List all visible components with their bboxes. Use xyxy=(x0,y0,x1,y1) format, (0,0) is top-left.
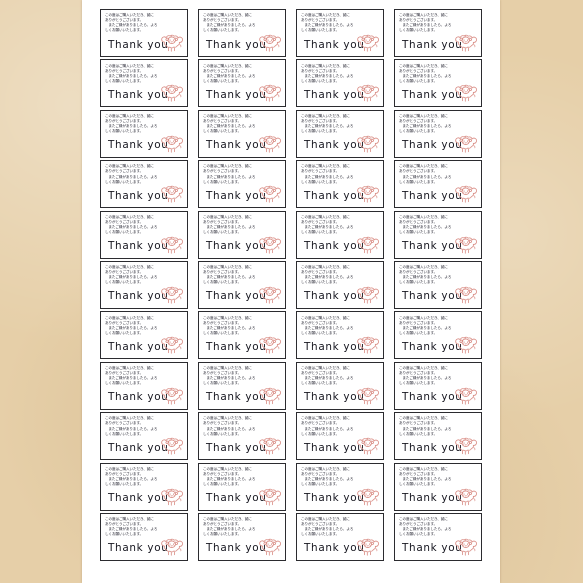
thank-you-label[interactable]: この度はご購入いただき、誠に ありがとうございます。 またご縁がありましたら、よ… xyxy=(198,210,286,259)
sheep-icon xyxy=(159,27,184,54)
sheep-icon xyxy=(355,430,380,457)
thank-you-label[interactable]: この度はご購入いただき、誠に ありがとうございます。 またご縁がありましたら、よ… xyxy=(296,311,384,360)
thank-you-label[interactable]: この度はご購入いただき、誠に ありがとうございます。 またご縁がありましたら、よ… xyxy=(198,462,286,511)
thank-you-label[interactable]: この度はご購入いただき、誠に ありがとうございます。 またご縁がありましたら、よ… xyxy=(198,160,286,209)
sheep-icon xyxy=(257,128,282,155)
page-canvas: この度はご購入いただき、誠に ありがとうございます。 またご縁がありましたら、よ… xyxy=(0,0,583,583)
thank-you-label[interactable]: この度はご購入いただき、誠に ありがとうございます。 またご縁がありましたら、よ… xyxy=(296,412,384,461)
sheep-icon xyxy=(257,430,282,457)
sheep-icon xyxy=(355,128,380,155)
thank-you-label[interactable]: この度はご購入いただき、誠に ありがとうございます。 またご縁がありましたら、よ… xyxy=(394,210,482,259)
sheep-icon xyxy=(159,128,184,155)
thank-you-label[interactable]: この度はご購入いただき、誠に ありがとうございます。 またご縁がありましたら、よ… xyxy=(100,512,188,561)
thank-you-label[interactable]: この度はご購入いただき、誠に ありがとうございます。 またご縁がありましたら、よ… xyxy=(394,109,482,158)
sheep-icon xyxy=(453,178,478,205)
thank-you-label[interactable]: この度はご購入いただき、誠に ありがとうございます。 またご縁がありましたら、よ… xyxy=(394,9,482,57)
thank-you-label[interactable]: この度はご購入いただき、誠に ありがとうございます。 またご縁がありましたら、よ… xyxy=(394,59,482,108)
sheep-icon xyxy=(355,178,380,205)
thank-you-label[interactable]: この度はご購入いただき、誠に ありがとうございます。 またご縁がありましたら、よ… xyxy=(100,462,188,511)
sheep-icon xyxy=(453,128,478,155)
thank-you-label[interactable]: この度はご購入いただき、誠に ありがとうございます。 またご縁がありましたら、よ… xyxy=(296,462,384,511)
thank-you-label[interactable]: この度はご購入いただき、誠に ありがとうございます。 またご縁がありましたら、よ… xyxy=(198,311,286,360)
sheep-icon xyxy=(355,27,380,54)
sheep-icon xyxy=(159,329,184,356)
sheep-icon xyxy=(257,27,282,54)
thank-you-label[interactable]: この度はご購入いただき、誠に ありがとうございます。 またご縁がありましたら、よ… xyxy=(394,512,482,561)
sheep-icon xyxy=(159,481,184,508)
thank-you-label[interactable]: この度はご購入いただき、誠に ありがとうございます。 またご縁がありましたら、よ… xyxy=(296,160,384,209)
sheep-icon xyxy=(355,229,380,256)
label-grid: この度はご購入いただき、誠に ありがとうございます。 またご縁がありましたら、よ… xyxy=(100,9,482,561)
sheep-icon xyxy=(159,77,184,104)
sheep-icon xyxy=(453,531,478,558)
thank-you-label[interactable]: この度はご購入いただき、誠に ありがとうございます。 またご縁がありましたら、よ… xyxy=(198,109,286,158)
sheep-icon xyxy=(453,229,478,256)
sheep-icon xyxy=(453,27,478,54)
thank-you-label[interactable]: この度はご購入いただき、誠に ありがとうございます。 またご縁がありましたら、よ… xyxy=(100,311,188,360)
sheep-icon xyxy=(159,178,184,205)
sheep-icon xyxy=(257,229,282,256)
thank-you-label[interactable]: この度はご購入いただき、誠に ありがとうございます。 またご縁がありましたら、よ… xyxy=(198,412,286,461)
sheep-icon xyxy=(257,329,282,356)
sheep-icon xyxy=(257,531,282,558)
sheep-icon xyxy=(257,380,282,407)
sheep-icon xyxy=(355,380,380,407)
sheep-icon xyxy=(159,430,184,457)
sheep-icon xyxy=(355,279,380,306)
sheep-icon xyxy=(355,531,380,558)
sheep-icon xyxy=(453,380,478,407)
sheep-icon xyxy=(355,77,380,104)
thank-you-label[interactable]: この度はご購入いただき、誠に ありがとうございます。 またご縁がありましたら、よ… xyxy=(394,462,482,511)
sheep-icon xyxy=(453,329,478,356)
sheep-icon xyxy=(257,481,282,508)
sheep-icon xyxy=(159,531,184,558)
thank-you-label[interactable]: この度はご購入いただき、誠に ありがとうございます。 またご縁がありましたら、よ… xyxy=(198,260,286,309)
thank-you-label[interactable]: この度はご購入いただき、誠に ありがとうございます。 またご縁がありましたら、よ… xyxy=(198,361,286,410)
thank-you-label[interactable]: この度はご購入いただき、誠に ありがとうございます。 またご縁がありましたら、よ… xyxy=(100,361,188,410)
thank-you-label[interactable]: この度はご購入いただき、誠に ありがとうございます。 またご縁がありましたら、よ… xyxy=(198,59,286,108)
sheep-icon xyxy=(159,279,184,306)
sheep-icon xyxy=(453,279,478,306)
thank-you-label[interactable]: この度はご購入いただき、誠に ありがとうございます。 またご縁がありましたら、よ… xyxy=(296,109,384,158)
thank-you-label[interactable]: この度はご購入いただき、誠に ありがとうございます。 またご縁がありましたら、よ… xyxy=(296,9,384,57)
sheep-icon xyxy=(453,77,478,104)
thank-you-label[interactable]: この度はご購入いただき、誠に ありがとうございます。 またご縁がありましたら、よ… xyxy=(296,260,384,309)
thank-you-label[interactable]: この度はご購入いただき、誠に ありがとうございます。 またご縁がありましたら、よ… xyxy=(296,59,384,108)
thank-you-label[interactable]: この度はご購入いただき、誠に ありがとうございます。 またご縁がありましたら、よ… xyxy=(100,9,188,57)
thank-you-label[interactable]: この度はご購入いただき、誠に ありがとうございます。 またご縁がありましたら、よ… xyxy=(100,109,188,158)
sheep-icon xyxy=(159,229,184,256)
thank-you-label[interactable]: この度はご購入いただき、誠に ありがとうございます。 またご縁がありましたら、よ… xyxy=(100,260,188,309)
sheep-icon xyxy=(453,430,478,457)
thank-you-label[interactable]: この度はご購入いただき、誠に ありがとうございます。 またご縁がありましたら、よ… xyxy=(100,59,188,108)
sheep-icon xyxy=(257,77,282,104)
thank-you-label[interactable]: この度はご購入いただき、誠に ありがとうございます。 またご縁がありましたら、よ… xyxy=(394,412,482,461)
label-sheet: この度はご購入いただき、誠に ありがとうございます。 またご縁がありましたら、よ… xyxy=(82,0,500,583)
thank-you-label[interactable]: この度はご購入いただき、誠に ありがとうございます。 またご縁がありましたら、よ… xyxy=(394,260,482,309)
sheep-icon xyxy=(453,481,478,508)
sheep-icon xyxy=(355,329,380,356)
sheep-icon xyxy=(257,178,282,205)
thank-you-label[interactable]: この度はご購入いただき、誠に ありがとうございます。 またご縁がありましたら、よ… xyxy=(198,512,286,561)
thank-you-label[interactable]: この度はご購入いただき、誠に ありがとうございます。 またご縁がありましたら、よ… xyxy=(296,361,384,410)
sheep-icon xyxy=(355,481,380,508)
thank-you-label[interactable]: この度はご購入いただき、誠に ありがとうございます。 またご縁がありましたら、よ… xyxy=(100,412,188,461)
thank-you-label[interactable]: この度はご購入いただき、誠に ありがとうございます。 またご縁がありましたら、よ… xyxy=(394,311,482,360)
sheep-icon xyxy=(257,279,282,306)
thank-you-label[interactable]: この度はご購入いただき、誠に ありがとうございます。 またご縁がありましたら、よ… xyxy=(394,361,482,410)
thank-you-label[interactable]: この度はご購入いただき、誠に ありがとうございます。 またご縁がありましたら、よ… xyxy=(198,9,286,57)
thank-you-label[interactable]: この度はご購入いただき、誠に ありがとうございます。 またご縁がありましたら、よ… xyxy=(296,512,384,561)
thank-you-label[interactable]: この度はご購入いただき、誠に ありがとうございます。 またご縁がありましたら、よ… xyxy=(100,160,188,209)
thank-you-label[interactable]: この度はご購入いただき、誠に ありがとうございます。 またご縁がありましたら、よ… xyxy=(100,210,188,259)
thank-you-label[interactable]: この度はご購入いただき、誠に ありがとうございます。 またご縁がありましたら、よ… xyxy=(296,210,384,259)
sheep-icon xyxy=(159,380,184,407)
thank-you-label[interactable]: この度はご購入いただき、誠に ありがとうございます。 またご縁がありましたら、よ… xyxy=(394,160,482,209)
